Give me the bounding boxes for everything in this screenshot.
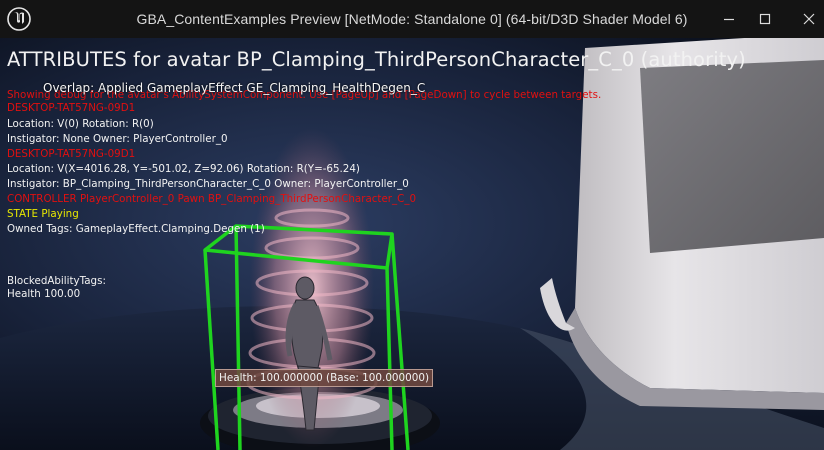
attributes-header: ATTRIBUTES for avatar BP_Clamping_ThirdP… (7, 48, 746, 71)
minimize-icon (724, 18, 734, 21)
close-button[interactable] (786, 0, 824, 38)
health-attribute-label: Health: 100.000000 (Base: 100.000000) (215, 369, 434, 387)
debug-line-blocked-tags: BlockedAbilityTags: (7, 275, 106, 287)
debug-line-machine-2: DESKTOP-TAT57NG-09D1 (7, 148, 136, 160)
debug-line-machine-1: DESKTOP-TAT57NG-09D1 (7, 102, 136, 114)
debug-line-state: STATE Playing (7, 208, 79, 220)
maximize-icon (759, 13, 771, 25)
debug-line-owned-tags: Owned Tags: GameplayEffect.Clamping.Dege… (7, 223, 265, 235)
debug-line-instigator-2: Instigator: BP_Clamping_ThirdPersonChara… (7, 178, 409, 190)
close-icon (803, 13, 815, 25)
game-viewport[interactable]: ATTRIBUTES for avatar BP_Clamping_ThirdP… (0, 38, 824, 450)
debug-line-location-1: Location: V(0) Rotation: R(0) (7, 118, 154, 130)
debug-line-location-2: Location: V(X=4016.28, Y=-501.02, Z=92.0… (7, 163, 360, 175)
debug-line-health: Health 100.00 (7, 288, 81, 300)
maximize-button[interactable] (742, 0, 788, 38)
debug-line-controller: CONTROLLER PlayerController_0 Pawn BP_Cl… (7, 193, 417, 205)
debug-line-instigator-1: Instigator: None Owner: PlayerController… (7, 133, 228, 145)
window-title-bar: GBA_ContentExamples Preview [NetMode: St… (0, 0, 824, 38)
window-title: GBA_ContentExamples Preview [NetMode: St… (136, 11, 688, 27)
overlap-message: Overlap: Applied GameplayEffect GE_Clamp… (43, 81, 426, 95)
